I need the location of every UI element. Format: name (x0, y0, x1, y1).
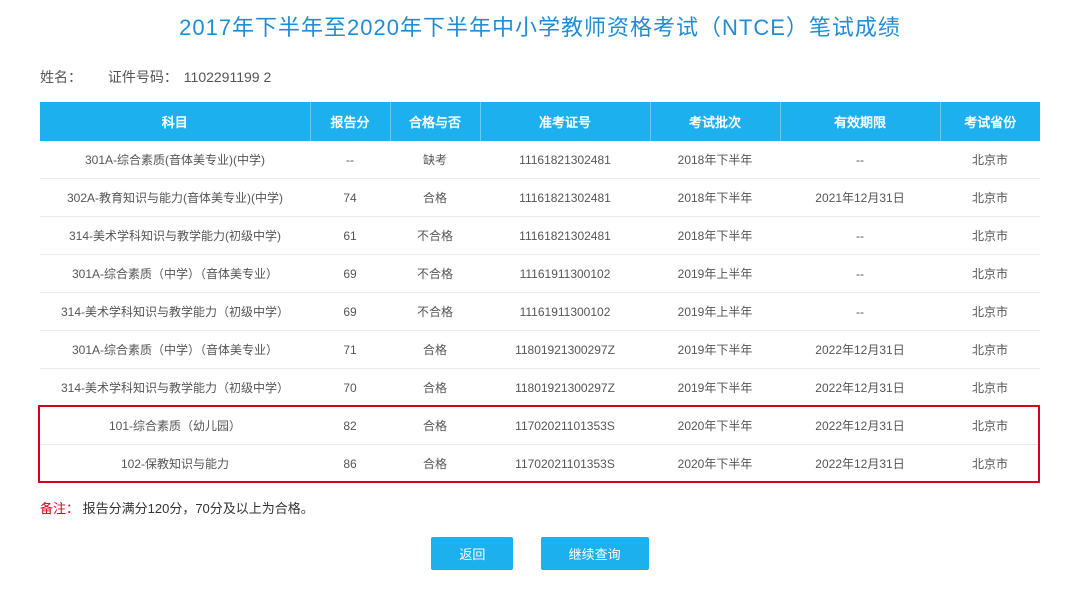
cell-province: 北京市 (940, 407, 1040, 445)
cell-pass: 合格 (390, 445, 480, 483)
table-row: 314-美术学科知识与教学能力(初级中学)61不合格11161821302481… (40, 217, 1040, 255)
id-label: 证件号码： (108, 69, 178, 85)
cell-province: 北京市 (940, 293, 1040, 331)
cell-subject: 301A-综合素质（中学）（音体美专业） (40, 331, 310, 369)
cell-province: 北京市 (940, 179, 1040, 217)
cell-batch: 2018年下半年 (650, 141, 780, 179)
cell-pass: 不合格 (390, 293, 480, 331)
footnote: 备注： 报告分满分120分，70分及以上为合格。 (40, 498, 1040, 517)
cell-ticket: 11702021101353S (480, 407, 650, 445)
cell-score: -- (310, 141, 390, 179)
page-container: 2017年下半年至2020年下半年中小学教师资格考试（NTCE）笔试成绩 姓名：… (20, 0, 1060, 590)
cell-ticket: 11801921300297Z (480, 331, 650, 369)
th-expire: 有效期限 (780, 102, 940, 141)
back-button[interactable]: 返回 (431, 537, 513, 570)
cell-subject: 302A-教育知识与能力(音体美专业)(中学) (40, 179, 310, 217)
note-prefix: 备注： (40, 501, 79, 516)
cell-province: 北京市 (940, 369, 1040, 407)
table-row: 301A-综合素质（中学）（音体美专业）71合格11801921300297Z2… (40, 331, 1040, 369)
table-row: 302A-教育知识与能力(音体美专业)(中学)74合格1116182130248… (40, 179, 1040, 217)
cell-subject: 314-美术学科知识与教学能力（初级中学） (40, 293, 310, 331)
cell-ticket: 11702021101353S (480, 445, 650, 483)
table-row: 314-美术学科知识与教学能力（初级中学）69不合格11161911300102… (40, 293, 1040, 331)
cell-score: 71 (310, 331, 390, 369)
cell-expire: -- (780, 141, 940, 179)
cell-expire: 2022年12月31日 (780, 445, 940, 483)
cell-pass: 合格 (390, 179, 480, 217)
cell-subject: 101-综合素质（幼儿园） (40, 407, 310, 445)
table-row: 101-综合素质（幼儿园）82合格11702021101353S2020年下半年… (40, 407, 1040, 445)
cell-subject: 301A-综合素质（中学）（音体美专业） (40, 255, 310, 293)
cell-province: 北京市 (940, 331, 1040, 369)
cell-subject: 102-保教知识与能力 (40, 445, 310, 483)
th-ticket: 准考证号 (480, 102, 650, 141)
cell-pass: 缺考 (390, 141, 480, 179)
cell-expire: -- (780, 217, 940, 255)
th-subject: 科目 (40, 102, 310, 141)
cell-expire: -- (780, 255, 940, 293)
table-row: 301A-综合素质(音体美专业)(中学)--缺考1116182130248120… (40, 141, 1040, 179)
cell-batch: 2020年下半年 (650, 445, 780, 483)
th-province: 考试省份 (940, 102, 1040, 141)
cell-expire: 2022年12月31日 (780, 407, 940, 445)
cell-batch: 2019年上半年 (650, 293, 780, 331)
cell-ticket: 11161911300102 (480, 293, 650, 331)
cell-province: 北京市 (940, 255, 1040, 293)
cell-ticket: 11161821302481 (480, 141, 650, 179)
cell-subject: 314-美术学科知识与教学能力(初级中学) (40, 217, 310, 255)
cell-ticket: 11161911300102 (480, 255, 650, 293)
cell-score: 69 (310, 255, 390, 293)
scores-table: 科目 报告分 合格与否 准考证号 考试批次 有效期限 考试省份 301A-综合素… (40, 102, 1040, 483)
cell-ticket: 11161821302481 (480, 179, 650, 217)
cell-pass: 合格 (390, 369, 480, 407)
cell-score: 82 (310, 407, 390, 445)
cell-score: 74 (310, 179, 390, 217)
candidate-info: 姓名： 证件号码： 1102291199 2 (40, 67, 1040, 87)
th-pass: 合格与否 (390, 102, 480, 141)
id-value: 1102291199 2 (184, 69, 271, 85)
table-wrap: 科目 报告分 合格与否 准考证号 考试批次 有效期限 考试省份 301A-综合素… (40, 102, 1040, 483)
cell-subject: 301A-综合素质(音体美专业)(中学) (40, 141, 310, 179)
cell-province: 北京市 (940, 141, 1040, 179)
cell-ticket: 11801921300297Z (480, 369, 650, 407)
cell-province: 北京市 (940, 217, 1040, 255)
cell-province: 北京市 (940, 445, 1040, 483)
cell-pass: 合格 (390, 407, 480, 445)
name-label: 姓名： (40, 69, 82, 85)
cell-pass: 不合格 (390, 255, 480, 293)
cell-batch: 2019年下半年 (650, 331, 780, 369)
table-header: 科目 报告分 合格与否 准考证号 考试批次 有效期限 考试省份 (40, 102, 1040, 141)
continue-button[interactable]: 继续查询 (541, 537, 649, 570)
cell-pass: 合格 (390, 331, 480, 369)
cell-batch: 2019年下半年 (650, 369, 780, 407)
cell-ticket: 11161821302481 (480, 217, 650, 255)
cell-batch: 2019年上半年 (650, 255, 780, 293)
cell-score: 86 (310, 445, 390, 483)
table-row: 314-美术学科知识与教学能力（初级中学）70合格11801921300297Z… (40, 369, 1040, 407)
table-row: 301A-综合素质（中学）（音体美专业）69不合格111619113001022… (40, 255, 1040, 293)
cell-batch: 2020年下半年 (650, 407, 780, 445)
cell-pass: 不合格 (390, 217, 480, 255)
cell-score: 61 (310, 217, 390, 255)
th-batch: 考试批次 (650, 102, 780, 141)
button-row: 返回 继续查询 (40, 537, 1040, 570)
page-title: 2017年下半年至2020年下半年中小学教师资格考试（NTCE）笔试成绩 (40, 10, 1040, 42)
cell-expire: 2022年12月31日 (780, 369, 940, 407)
cell-expire: 2022年12月31日 (780, 331, 940, 369)
cell-expire: -- (780, 293, 940, 331)
cell-score: 69 (310, 293, 390, 331)
table-row: 102-保教知识与能力86合格11702021101353S2020年下半年20… (40, 445, 1040, 483)
cell-subject: 314-美术学科知识与教学能力（初级中学） (40, 369, 310, 407)
note-text: 报告分满分120分，70分及以上为合格。 (83, 501, 314, 516)
cell-expire: 2021年12月31日 (780, 179, 940, 217)
cell-batch: 2018年下半年 (650, 179, 780, 217)
cell-score: 70 (310, 369, 390, 407)
th-score: 报告分 (310, 102, 390, 141)
cell-batch: 2018年下半年 (650, 217, 780, 255)
